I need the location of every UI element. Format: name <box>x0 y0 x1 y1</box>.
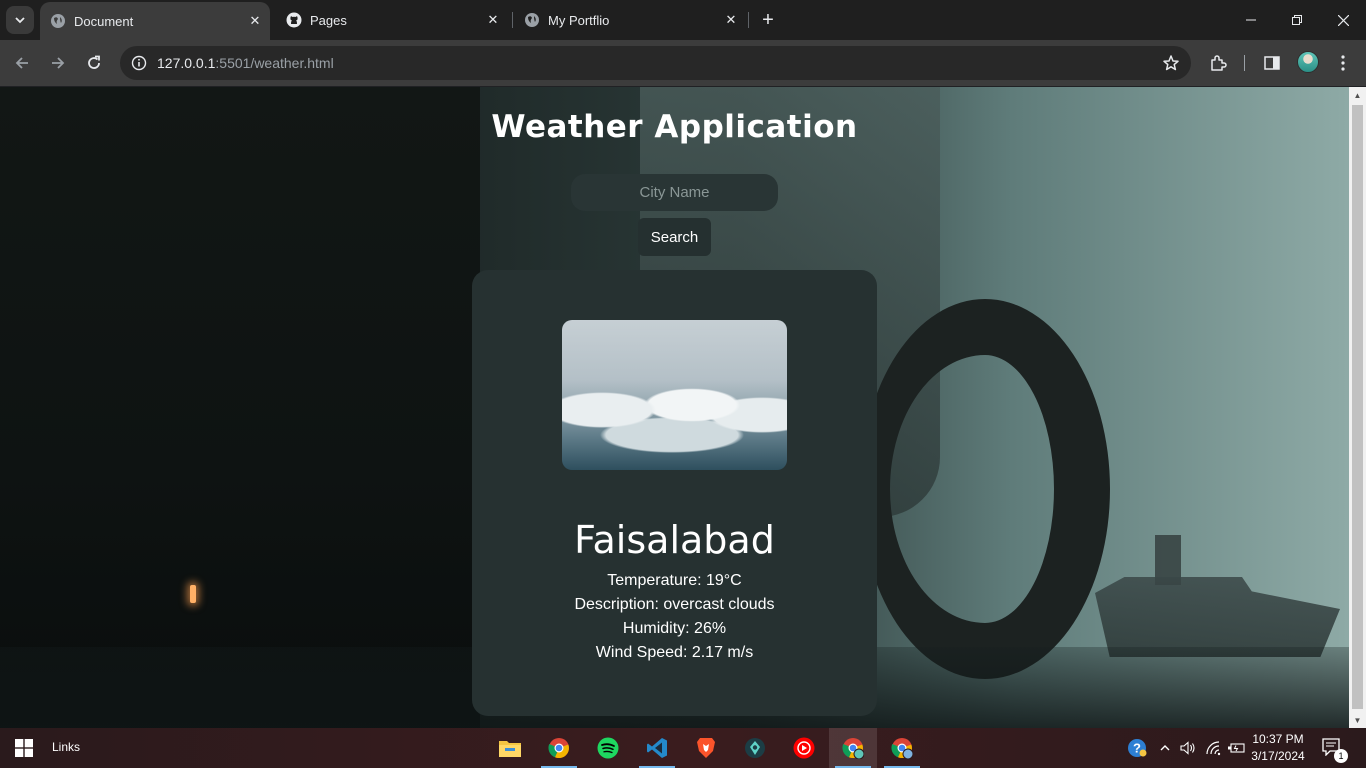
city-name: Faisalabad <box>574 518 775 562</box>
arrow-left-icon <box>15 57 28 69</box>
scroll-down-icon[interactable]: ▼ <box>1349 712 1366 728</box>
taskbar-vscode[interactable] <box>633 728 681 768</box>
vscode-icon <box>647 738 667 758</box>
tab-title: Pages <box>310 12 347 28</box>
battery-icon[interactable] <box>1226 738 1246 758</box>
help-icon[interactable]: ? <box>1127 738 1147 758</box>
scroll-thumb[interactable] <box>1352 105 1363 709</box>
brave-icon <box>697 738 715 758</box>
new-tab-button[interactable]: + <box>756 8 780 32</box>
restore-button[interactable] <box>1274 0 1320 40</box>
taskbar-spotify[interactable] <box>584 728 632 768</box>
page-scrollbar[interactable]: ▲ ▼ <box>1349 87 1366 728</box>
taskbar-chrome-profile-active[interactable] <box>829 728 877 768</box>
tab-strip: Document ✕ Pages ✕ My Portflio ✕ + <box>0 0 1366 40</box>
minimize-button[interactable] <box>1228 0 1274 40</box>
browser-toolbar: 127.0.0.1:5501/weather.html <box>0 40 1366 86</box>
tab-title: My Portflio <box>548 12 610 28</box>
site-info-icon[interactable] <box>128 52 150 74</box>
chevron-down-icon <box>15 17 25 24</box>
close-icon[interactable]: ✕ <box>246 12 264 30</box>
start-button[interactable] <box>0 728 48 768</box>
chrome-icon <box>891 738 913 759</box>
wifi-icon[interactable] <box>1203 738 1223 758</box>
clock-time: 10:37 PM <box>1252 732 1304 746</box>
weather-card: Faisalabad Temperature: 19°C Description… <box>472 270 877 716</box>
taskbar-brave[interactable] <box>682 728 730 768</box>
file-explorer-icon <box>499 741 521 757</box>
humidity-text: Humidity: 26% <box>622 620 727 637</box>
background-ring-sculpture <box>860 299 1110 679</box>
taskbar-chrome-profile[interactable] <box>878 728 926 768</box>
url-text: 127.0.0.1:5501/weather.html <box>157 55 334 71</box>
chrome-icon <box>842 738 864 759</box>
background-cliff <box>0 87 480 728</box>
page-viewport: Weather Application Search Faisalabad Te… <box>0 87 1349 728</box>
close-icon <box>1337 14 1349 26</box>
taskbar-youtube-music[interactable] <box>780 728 828 768</box>
close-icon[interactable]: ✕ <box>484 11 502 29</box>
description-text: Description: overcast clouds <box>574 596 775 613</box>
back-button[interactable] <box>8 49 36 77</box>
globe-icon <box>524 12 540 28</box>
tab-title: Document <box>74 13 134 29</box>
wind-speed-text: Wind Speed: 2.17 m/s <box>595 644 754 661</box>
extensions-icon[interactable] <box>1206 51 1230 75</box>
profile-avatar[interactable] <box>1297 51 1319 73</box>
system-clock[interactable]: 10:37 PM 3/17/2024 <box>1248 731 1308 765</box>
temperature-text: Temperature: 19°C <box>607 572 742 589</box>
taskbar-file-explorer[interactable] <box>486 728 534 768</box>
spotify-icon <box>597 737 619 759</box>
chevron-up-icon[interactable] <box>1155 738 1175 758</box>
links-toolbar-label[interactable]: Links <box>52 740 80 754</box>
tab-my-portfolio[interactable]: My Portflio ✕ <box>514 0 746 40</box>
windows-logo-icon <box>15 739 33 757</box>
scroll-up-icon[interactable]: ▲ <box>1349 87 1366 103</box>
background-ship <box>1095 577 1340 657</box>
notification-count-badge: 1 <box>1334 749 1348 763</box>
taskbar-app[interactable] <box>731 728 779 768</box>
toolbar-separator <box>1244 55 1245 71</box>
clock-date: 3/17/2024 <box>1251 749 1305 763</box>
tab-pages[interactable]: Pages ✕ <box>276 0 508 40</box>
tab-separator <box>748 12 749 28</box>
address-bar[interactable]: 127.0.0.1:5501/weather.html <box>120 46 1191 80</box>
weather-condition-image <box>562 320 787 470</box>
tab-document[interactable]: Document ✕ <box>40 2 270 40</box>
forward-button[interactable] <box>44 49 72 77</box>
page-title: Weather Application <box>491 109 858 145</box>
globe-icon <box>50 13 66 29</box>
restore-icon <box>1292 15 1302 25</box>
url-host: 127.0.0.1 <box>157 55 216 71</box>
side-panel-icon[interactable] <box>1260 51 1284 75</box>
search-button[interactable]: Search <box>638 218 711 256</box>
minimize-icon <box>1246 19 1256 21</box>
chrome-icon <box>548 738 569 759</box>
tab-separator <box>512 12 513 28</box>
menu-kebab-icon[interactable] <box>1331 51 1355 75</box>
app-icon <box>745 738 765 758</box>
tab-search-button[interactable] <box>6 6 34 34</box>
reload-button[interactable] <box>80 49 108 77</box>
url-path: :5501/weather.html <box>215 55 334 71</box>
bookmark-star-icon[interactable] <box>1161 53 1181 73</box>
windows-taskbar: Links ? 10:37 PM 3/17/2024 1 <box>0 728 1366 768</box>
arrow-right-icon <box>52 57 65 69</box>
github-icon <box>286 12 302 28</box>
city-name-input[interactable] <box>571 174 778 211</box>
youtube-music-icon <box>793 737 815 759</box>
reload-icon <box>88 55 100 69</box>
close-icon[interactable]: ✕ <box>722 11 740 29</box>
volume-icon[interactable] <box>1178 738 1198 758</box>
plus-icon: + <box>762 8 774 31</box>
close-window-button[interactable] <box>1320 0 1366 40</box>
taskbar-chrome[interactable] <box>535 728 583 768</box>
background-lantern <box>190 585 196 603</box>
